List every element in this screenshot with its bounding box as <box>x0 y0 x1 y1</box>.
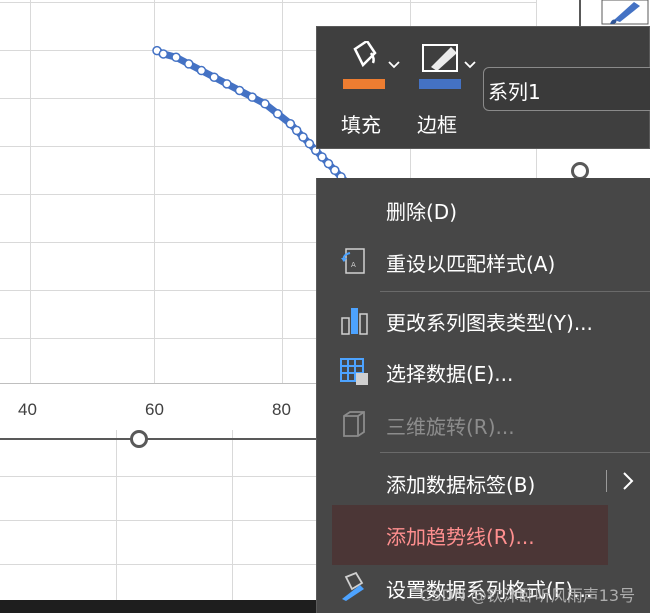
menu-item-add-trendline[interactable]: 添加趋势线(R)... <box>316 509 650 559</box>
pen-icon <box>419 44 461 89</box>
data-point <box>317 152 327 162</box>
data-point <box>298 132 308 142</box>
data-point <box>272 109 283 119</box>
menu-item-3d-rotation: 三维旋转(R)... <box>316 399 650 449</box>
border-button[interactable]: 边框 <box>409 37 476 137</box>
format-brush-icon[interactable] <box>600 0 650 26</box>
data-point <box>304 138 315 149</box>
menu-separator <box>380 291 650 292</box>
submenu-divider <box>606 470 607 492</box>
menu-item-reset-style[interactable]: A 重设以匹配样式(A) <box>316 236 650 286</box>
menu-item-add-data-labels[interactable]: 添加数据标签(B) <box>316 457 650 507</box>
data-point <box>285 118 296 129</box>
chevron-down-icon[interactable] <box>463 57 477 71</box>
data-point <box>196 65 207 76</box>
fill-label: 填充 <box>341 113 381 137</box>
chevron-down-icon[interactable] <box>387 57 401 71</box>
menu-item-select-data[interactable]: 选择数据(E)... <box>316 346 650 396</box>
fill-button[interactable]: 填充 <box>333 37 400 137</box>
select-data-icon <box>340 358 368 385</box>
data-point <box>260 99 270 109</box>
change-chart-type-icon <box>341 308 368 335</box>
data-point <box>222 79 232 89</box>
watermark: CSDN @钦沐卧听风雨声13号 <box>420 586 636 605</box>
data-point <box>330 165 340 176</box>
data-point <box>184 59 194 69</box>
data-point <box>247 92 257 102</box>
reset-style-icon: A <box>341 248 365 274</box>
data-point <box>209 72 219 82</box>
data-point <box>158 49 169 59</box>
svg-text:A: A <box>351 261 356 269</box>
data-point <box>171 52 181 63</box>
data-point <box>234 85 245 96</box>
format-series-icon <box>342 571 364 601</box>
mini-toolbar: 填充 边框 系列1 <box>316 26 650 149</box>
3d-rotate-icon <box>343 411 365 437</box>
menu-item-change-chart-type[interactable]: 更改系列图表类型(Y)... <box>316 295 650 345</box>
menu-separator <box>380 452 650 453</box>
border-label: 边框 <box>417 113 457 137</box>
chevron-right-icon[interactable] <box>620 469 636 493</box>
paint-bucket-icon <box>343 41 385 89</box>
data-point <box>323 158 334 169</box>
series-selector[interactable]: 系列1 <box>483 67 650 111</box>
menu-item-delete[interactable]: 删除(D) <box>316 184 650 234</box>
data-point <box>291 125 302 136</box>
